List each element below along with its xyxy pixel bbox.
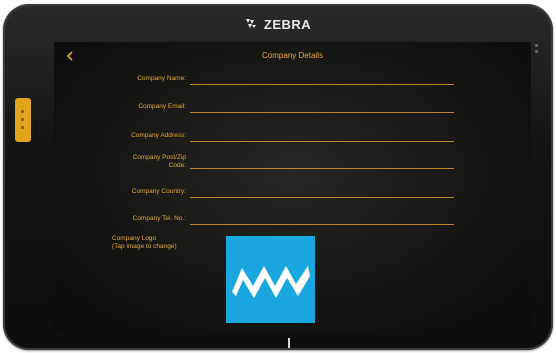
company-email-field[interactable] xyxy=(190,112,454,113)
company-country-label: Company Country: xyxy=(131,188,186,195)
company-postcode-label-line2: Code: xyxy=(168,162,186,169)
brand-header: ZEBRA xyxy=(3,17,553,32)
brand-name: ZEBRA xyxy=(263,17,312,32)
company-name-field[interactable] xyxy=(190,84,454,85)
logo-wave-icon xyxy=(232,266,310,298)
company-postcode-label-line1: Company Post/Zip xyxy=(132,154,186,161)
company-country-field[interactable] xyxy=(190,197,454,198)
side-button-dot xyxy=(21,110,24,113)
company-email-label: Company Email: xyxy=(138,103,186,110)
company-postcode-field[interactable] xyxy=(190,168,454,169)
company-tel-field[interactable] xyxy=(190,224,454,225)
company-address-field[interactable] xyxy=(190,141,454,142)
company-logo-image[interactable] xyxy=(226,236,315,323)
page-title: Company Details xyxy=(262,51,323,60)
home-indicator[interactable] xyxy=(288,338,290,348)
company-logo-label: Company Logo (Tap image to change) xyxy=(112,235,177,251)
company-logo-label-line2: (Tap image to change) xyxy=(112,243,177,250)
sensor-dots xyxy=(535,44,541,56)
side-button-dot xyxy=(21,118,24,121)
app-screen: Company Details Company Name: Company Em… xyxy=(54,42,531,330)
company-postcode-label: Company Post/Zip Code: xyxy=(133,154,186,170)
company-tel-label: Company Tel. No.: xyxy=(132,215,186,222)
company-address-label: Company Address: xyxy=(131,132,186,139)
zebra-logo-icon xyxy=(245,18,257,32)
company-name-label: Company Name: xyxy=(137,75,186,82)
side-button-dot xyxy=(21,126,24,129)
tablet-device: ZEBRA Company Details Company Name: Comp… xyxy=(3,4,553,350)
company-logo-label-line1: Company Logo xyxy=(112,235,157,242)
side-scan-button[interactable] xyxy=(15,98,31,142)
